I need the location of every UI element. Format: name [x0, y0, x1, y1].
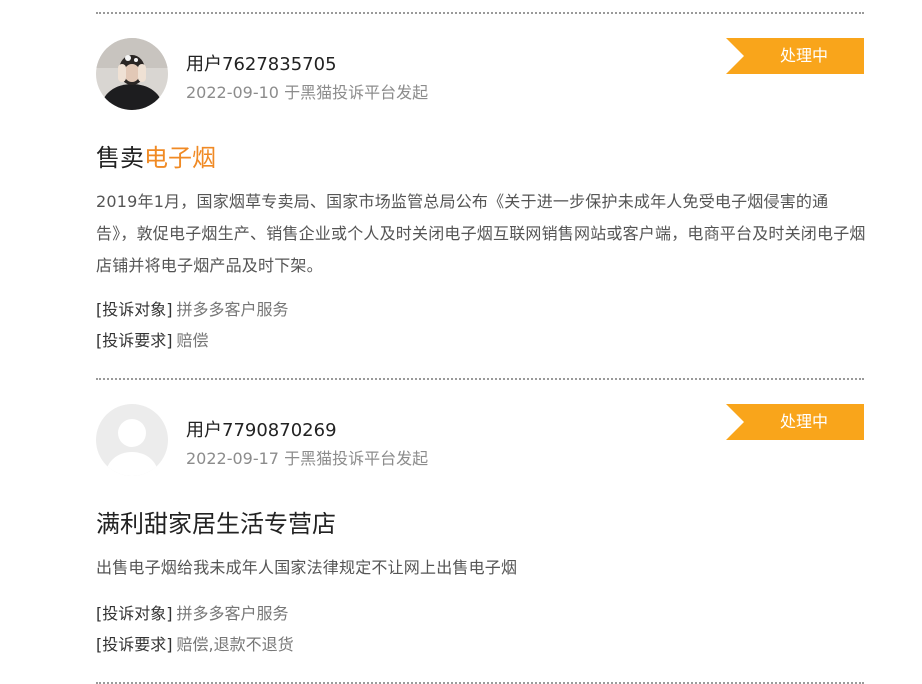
- complaint-card-1[interactable]: 用户7627835705 2022-09-10 于黑猫投诉平台发起 处理中 售卖…: [96, 38, 865, 358]
- complaint-demand: [投诉要求] 赔偿: [96, 327, 209, 351]
- complaint-title[interactable]: 满利甜家居生活专营店: [96, 504, 336, 539]
- complaint-demand: [投诉要求] 赔偿,退款不退货: [96, 631, 294, 655]
- title-keyword-highlight: 电子烟: [144, 144, 216, 172]
- complaint-card-2[interactable]: 用户7790870269 2022-09-17 于黑猫投诉平台发起 处理中 满利…: [96, 404, 864, 664]
- complaint-target: [投诉对象] 拼多多客户服务: [96, 296, 289, 320]
- complaint-meta: 2022-09-10 于黑猫投诉平台发起: [186, 83, 429, 102]
- title-text: 满利甜家居生活专营店: [96, 510, 336, 538]
- default-user-avatar-icon: [96, 404, 168, 476]
- target-value: 拼多多客户服务: [176, 604, 289, 623]
- complaint-body: 出售电子烟给我未成年人国家法律规定不让网上出售电子烟: [96, 558, 518, 577]
- demand-value: 赔偿,退款不退货: [176, 635, 294, 654]
- divider-middle: [96, 378, 864, 380]
- demand-label: [投诉要求]: [96, 331, 173, 350]
- username[interactable]: 用户7790870269: [186, 416, 337, 442]
- complaint-meta: 2022-09-17 于黑猫投诉平台发起: [186, 449, 429, 468]
- avatar[interactable]: [96, 38, 168, 110]
- target-label: [投诉对象]: [96, 604, 173, 623]
- target-label: [投诉对象]: [96, 300, 173, 319]
- complaint-title[interactable]: 售卖电子烟: [96, 138, 216, 173]
- demand-value: 赔偿: [176, 331, 209, 350]
- status-label: 处理中: [779, 412, 828, 431]
- complaint-target: [投诉对象] 拼多多客户服务: [96, 600, 289, 624]
- avatar[interactable]: [96, 404, 168, 476]
- demand-label: [投诉要求]: [96, 635, 173, 654]
- status-badge: 处理中: [726, 404, 864, 440]
- title-text: 售卖: [96, 144, 144, 172]
- status-badge: 处理中: [726, 38, 864, 74]
- status-label: 处理中: [779, 46, 828, 65]
- target-value: 拼多多客户服务: [176, 300, 289, 319]
- divider-top: [96, 12, 864, 14]
- user-photo-avatar-icon: [96, 38, 168, 110]
- username[interactable]: 用户7627835705: [186, 50, 337, 76]
- complaint-body: 2019年1月，国家烟草专卖局、国家市场监管总局公布《关于进一步保护未成年人免受…: [96, 192, 866, 275]
